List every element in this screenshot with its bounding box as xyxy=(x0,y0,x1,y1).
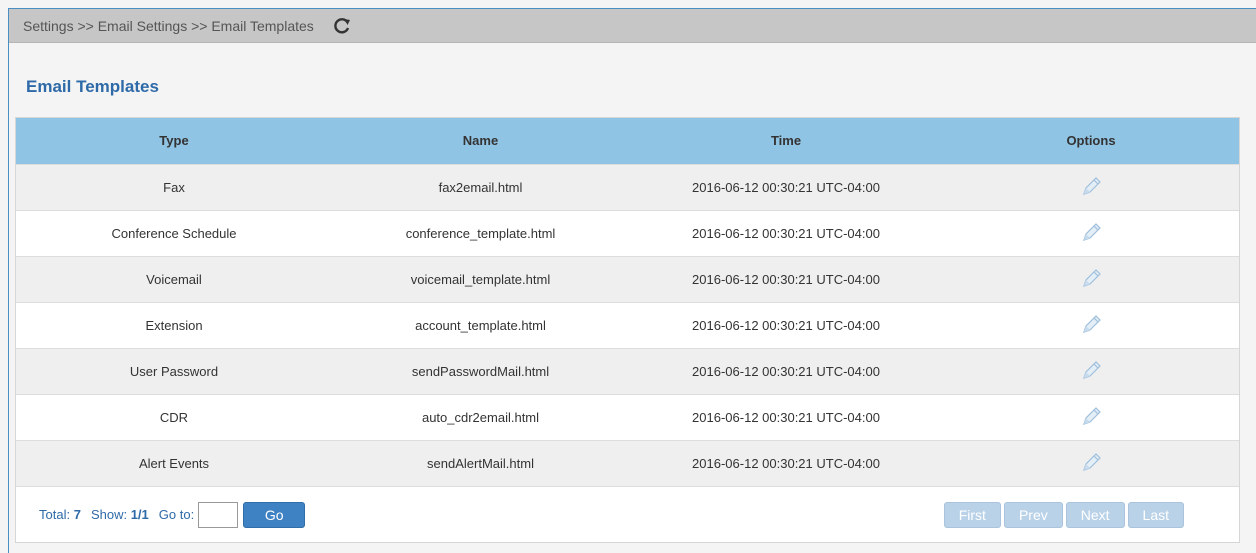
cell-type: Voicemail xyxy=(146,271,202,287)
pencil-edit-icon[interactable] xyxy=(1078,312,1104,338)
cell-options xyxy=(943,348,1239,394)
total-label: Total: xyxy=(39,507,71,522)
cell-type: CDR xyxy=(159,409,189,425)
cell-name: auto_cdr2email.html xyxy=(421,409,540,425)
cell-time: 2016-06-12 00:30:21 UTC-04:00 xyxy=(692,455,880,471)
cell-options xyxy=(943,394,1239,440)
cell-name: sendPasswordMail.html xyxy=(411,363,550,379)
goto-label: Go to: xyxy=(158,507,195,522)
goto-page-input[interactable] xyxy=(198,501,239,528)
pencil-edit-icon[interactable] xyxy=(1078,450,1104,476)
pagination-info: Total: 7 Show: 1/1 Go to: Go xyxy=(39,501,306,528)
cell-type: User Password xyxy=(129,363,219,379)
cell-options xyxy=(943,210,1239,256)
prev-page-button[interactable]: Prev xyxy=(1003,501,1063,528)
pager: First Prev Next Last xyxy=(943,501,1184,528)
cell-options xyxy=(943,256,1239,302)
last-page-button[interactable]: Last xyxy=(1127,501,1184,528)
column-header-options: Options xyxy=(1066,133,1116,149)
pencil-edit-icon[interactable] xyxy=(1078,404,1104,430)
refresh-icon[interactable] xyxy=(332,16,352,36)
breadcrumb-bar: Settings >> Email Settings >> Email Temp… xyxy=(9,9,1256,43)
go-button[interactable]: Go xyxy=(243,501,306,528)
first-page-button[interactable]: First xyxy=(943,501,1001,528)
show-label: Show: xyxy=(90,507,128,522)
cell-type: Alert Events xyxy=(138,455,210,471)
cell-time: 2016-06-12 00:30:21 UTC-04:00 xyxy=(692,179,880,195)
cell-time: 2016-06-12 00:30:21 UTC-04:00 xyxy=(692,225,880,241)
email-templates-table: Type Name Time Options Fax fax2email.html… xyxy=(15,117,1240,543)
cell-name: conference_template.html xyxy=(405,225,556,241)
table-footer: Total: 7 Show: 1/1 Go to: Go First Prev … xyxy=(16,486,1239,542)
cell-type: Fax xyxy=(163,179,185,195)
total-value: 7 xyxy=(73,507,81,522)
table-row: Alert Events sendAlertMail.html 2016-06-12… xyxy=(16,440,1239,486)
cell-time: 2016-06-12 00:30:21 UTC-04:00 xyxy=(692,317,880,333)
table-row: Fax fax2email.html 2016-06-12 00:30:21 UTC… xyxy=(16,164,1239,210)
breadcrumb: Settings >> Email Settings >> Email Temp… xyxy=(23,17,314,34)
column-header-type[interactable]: Type xyxy=(16,118,332,164)
table-row: Voicemail voicemail_template.html 2016-06-… xyxy=(16,256,1239,302)
table-row: CDR auto_cdr2email.html 2016-06-12 00:30:2… xyxy=(16,394,1239,440)
column-header-time[interactable]: Time xyxy=(629,118,943,164)
pencil-edit-icon[interactable] xyxy=(1078,358,1104,384)
next-page-button[interactable]: Next xyxy=(1065,501,1125,528)
cell-options xyxy=(943,164,1239,210)
cell-type: Conference Schedule xyxy=(111,225,237,241)
cell-time: 2016-06-12 00:30:21 UTC-04:00 xyxy=(692,409,880,425)
cell-time: 2016-06-12 00:30:21 UTC-04:00 xyxy=(692,271,880,287)
table-header-row: Type Name Time Options xyxy=(16,118,1239,164)
cell-options xyxy=(943,440,1239,486)
table-row: User Password sendPasswordMail.html 2016-0… xyxy=(16,348,1239,394)
pencil-edit-icon[interactable] xyxy=(1078,220,1104,246)
column-header-name[interactable]: Name xyxy=(332,118,629,164)
table-row: Extension account_template.html 2016-06-12… xyxy=(16,302,1239,348)
pencil-edit-icon[interactable] xyxy=(1078,266,1104,292)
page-title: Email Templates xyxy=(26,77,159,96)
cell-name: voicemail_template.html xyxy=(410,271,551,287)
cell-name: fax2email.html xyxy=(438,179,523,195)
pencil-edit-icon[interactable] xyxy=(1078,174,1104,200)
cell-type: Extension xyxy=(145,317,203,333)
cell-time: 2016-06-12 00:30:21 UTC-04:00 xyxy=(692,363,880,379)
show-value: 1/1 xyxy=(130,507,149,522)
cell-name: account_template.html xyxy=(415,317,546,333)
table-row: Conference Schedule conference_template.h… xyxy=(16,210,1239,256)
cell-options xyxy=(943,302,1239,348)
cell-name: sendAlertMail.html xyxy=(427,455,534,471)
